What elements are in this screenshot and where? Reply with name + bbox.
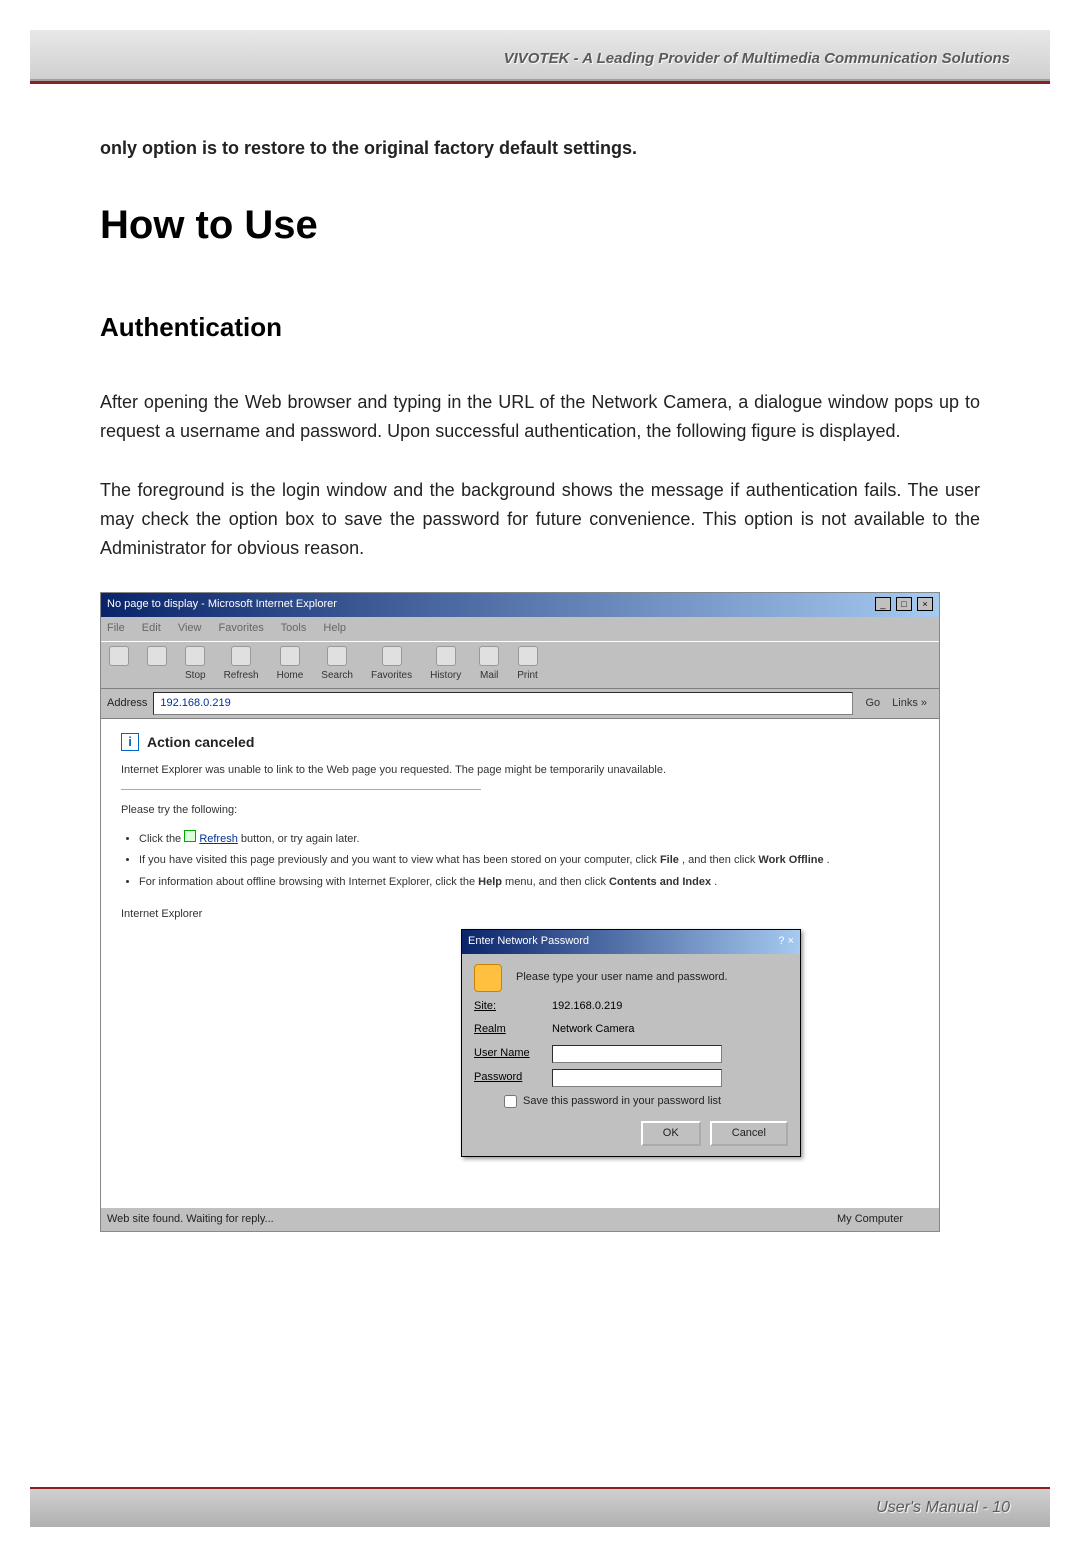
dialog-instruction: Please type your user name and password. [516,969,728,987]
page-footer: User's Manual - 10 [30,1487,1050,1527]
menu-view[interactable]: View [178,622,202,634]
status-text: Web site found. Waiting for reply... [107,1211,274,1229]
realm-label: Realm [474,1021,544,1039]
intro-bold: only option is to restore to the origina… [100,134,980,163]
bullet-3: For information about offline browsing w… [139,874,919,892]
menu-tools[interactable]: Tools [281,622,307,634]
ie-menubar: File Edit View Favorites Tools Help [101,617,939,641]
paragraph-1: After opening the Web browser and typing… [100,388,980,446]
print-button[interactable]: Print [517,646,538,684]
window-controls: _ □ × [873,596,933,614]
cancel-button[interactable]: Cancel [710,1121,788,1147]
save-password-label: Save this password in your password list [523,1093,721,1111]
password-input[interactable] [552,1069,722,1087]
maximize-icon[interactable]: □ [896,597,912,611]
menu-edit[interactable]: Edit [142,622,161,634]
forward-button[interactable] [147,646,167,684]
mail-button[interactable]: Mail [479,646,499,684]
site-label: Site: [474,998,544,1016]
key-icon [474,964,502,992]
username-row: User Name [474,1045,788,1063]
home-icon [280,646,300,666]
address-input[interactable]: 192.168.0.219 [153,692,853,716]
action-canceled-row: i Action canceled [121,731,919,753]
dialog-instruction-row: Please type your user name and password. [474,964,788,992]
header-tagline: VIVOTEK - A Leading Provider of Multimed… [504,50,1010,67]
action-canceled-text: Internet Explorer was unable to link to … [121,762,919,780]
forward-icon [147,646,167,666]
menu-help[interactable]: Help [323,622,346,634]
status-zone: My Computer [807,1211,933,1229]
paragraph-2: The foreground is the login window and t… [100,476,980,562]
refresh-icon [231,646,251,666]
dialog-help-icon[interactable]: ? × [778,933,794,951]
footer-text: User's Manual - 10 [876,1499,1010,1516]
dialog-body: Please type your user name and password.… [462,954,800,1156]
ie-statusbar: Web site found. Waiting for reply... My … [101,1207,939,1232]
back-icon [109,646,129,666]
close-icon[interactable]: × [917,597,933,611]
ie-toolbar: Stop Refresh Home Search Favorites Histo… [101,641,939,689]
heading-how-to-use: How to Use [100,193,980,257]
menu-favorites[interactable]: Favorites [219,622,264,634]
history-icon [436,646,456,666]
go-button[interactable]: Go [859,693,886,715]
password-dialog: Enter Network Password ? × Please type y… [461,929,801,1157]
bullet-1: Click the Refresh button, or try again l… [139,830,919,849]
save-password-row: Save this password in your password list [504,1093,788,1111]
username-input[interactable] [552,1045,722,1063]
site-value: 192.168.0.219 [552,998,622,1016]
dialog-titlebar: Enter Network Password ? × [462,930,800,954]
history-button[interactable]: History [430,646,461,684]
divider [121,789,481,790]
ok-button[interactable]: OK [641,1121,701,1147]
info-icon: i [121,733,139,751]
ie-content-area: i Action canceled Internet Explorer was … [101,719,939,1229]
minimize-icon[interactable]: _ [875,597,891,611]
document-content: only option is to restore to the origina… [0,84,1080,1282]
dialog-title: Enter Network Password [468,933,589,951]
favorites-icon [382,646,402,666]
ie-titlebar: No page to display - Microsoft Internet … [101,593,939,617]
save-password-checkbox[interactable] [504,1095,517,1108]
address-value: 192.168.0.219 [160,697,230,709]
ie-label: Internet Explorer [121,906,919,924]
realm-row: Realm Network Camera [474,1021,788,1039]
action-canceled-heading: Action canceled [147,731,254,753]
password-row: Password [474,1069,788,1087]
page-header: VIVOTEK - A Leading Provider of Multimed… [30,30,1050,81]
favorites-button[interactable]: Favorites [371,646,412,684]
ie-title: No page to display - Microsoft Internet … [107,596,337,614]
refresh-inline-icon [184,830,196,842]
menu-file[interactable]: File [107,622,125,634]
search-button[interactable]: Search [321,646,353,684]
refresh-button[interactable]: Refresh [224,646,259,684]
suggestion-list: Click the Refresh button, or try again l… [139,830,919,892]
ie-addressbar: Address 192.168.0.219 Go Links » [101,689,939,720]
try-following: Please try the following: [121,802,919,820]
address-label: Address [107,695,147,713]
stop-button[interactable]: Stop [185,646,206,684]
print-icon [518,646,538,666]
dialog-buttons: OK Cancel [474,1121,788,1147]
bullet-2: If you have visited this page previously… [139,852,919,870]
realm-value: Network Camera [552,1021,635,1039]
back-button[interactable] [109,646,129,684]
refresh-link[interactable]: Refresh [199,833,238,845]
stop-icon [185,646,205,666]
ie-window: No page to display - Microsoft Internet … [100,592,940,1232]
home-button[interactable]: Home [277,646,304,684]
search-icon [327,646,347,666]
links-button[interactable]: Links » [886,693,933,715]
heading-authentication: Authentication [100,307,980,349]
username-label: User Name [474,1045,544,1063]
mail-icon [479,646,499,666]
password-label: Password [474,1069,544,1087]
site-row: Site: 192.168.0.219 [474,998,788,1016]
